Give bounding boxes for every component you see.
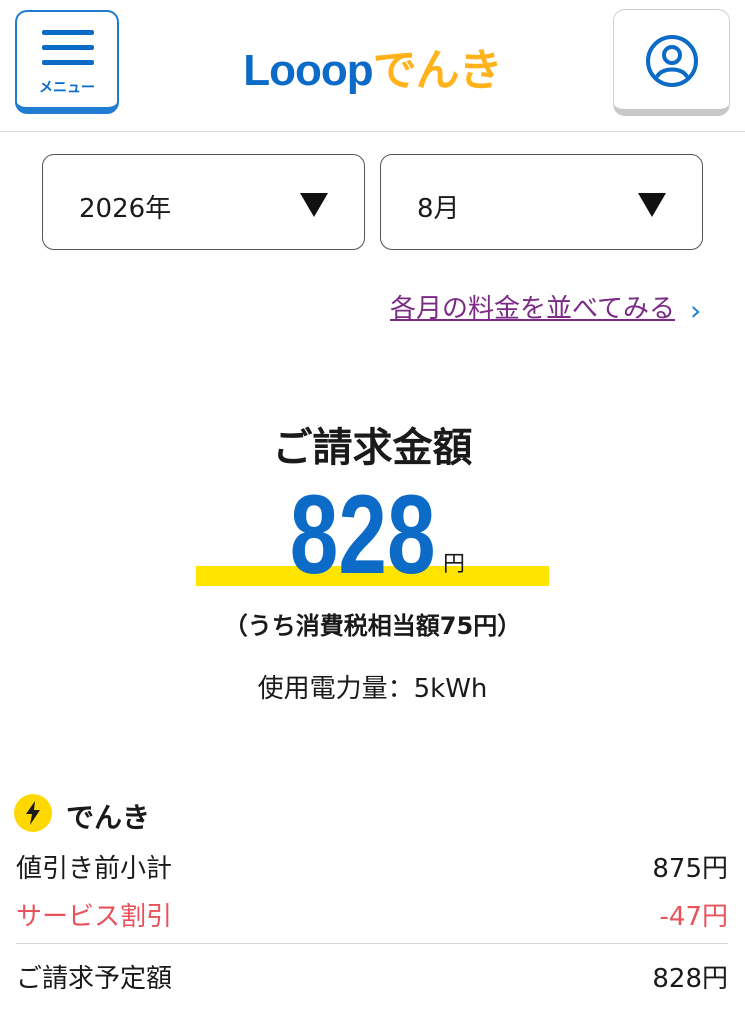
- year-select-value: 2026年: [79, 194, 172, 224]
- triangle-down-icon: [638, 193, 666, 217]
- section-label: でんき: [66, 801, 151, 834]
- account-button[interactable]: [613, 9, 730, 116]
- tax-note: （うち消費税相当額75円）: [223, 612, 522, 640]
- user-circle-icon: [646, 35, 698, 87]
- subtotal-value: 875円: [652, 854, 728, 884]
- month-select[interactable]: 8月: [380, 154, 703, 250]
- power-usage: 使用電力量：5kWh: [257, 674, 488, 704]
- bill-amount-unit: 円: [443, 552, 466, 577]
- discount-row: サービス割引 -47円: [16, 896, 728, 936]
- subtotal-row: 値引き前小計 875円: [16, 848, 728, 888]
- chevron-right-icon[interactable]: ›: [690, 294, 701, 327]
- subtotal-label: 値引き前小計: [16, 854, 173, 884]
- compare-months-link[interactable]: 各月の料金を並べてみる: [390, 288, 675, 325]
- year-select[interactable]: 2026年: [42, 154, 365, 250]
- triangle-down-icon: [300, 193, 328, 217]
- logo-text-looop: Looop: [243, 46, 373, 95]
- total-row: ご請求予定額 828円: [16, 958, 728, 998]
- logo-text-denki: でんき: [372, 46, 503, 95]
- bill-amount: 828: [289, 472, 436, 597]
- discount-label: サービス割引: [16, 902, 173, 932]
- lightning-bolt-icon: [14, 794, 52, 832]
- discount-value: -47円: [659, 902, 728, 932]
- total-label: ご請求予定額: [16, 964, 173, 994]
- total-value: 828円: [652, 964, 728, 994]
- app-header: メニュー Looopでんき: [0, 0, 745, 132]
- month-select-value: 8月: [417, 194, 460, 224]
- bill-title: ご請求金額: [272, 425, 473, 471]
- divider: [16, 943, 728, 944]
